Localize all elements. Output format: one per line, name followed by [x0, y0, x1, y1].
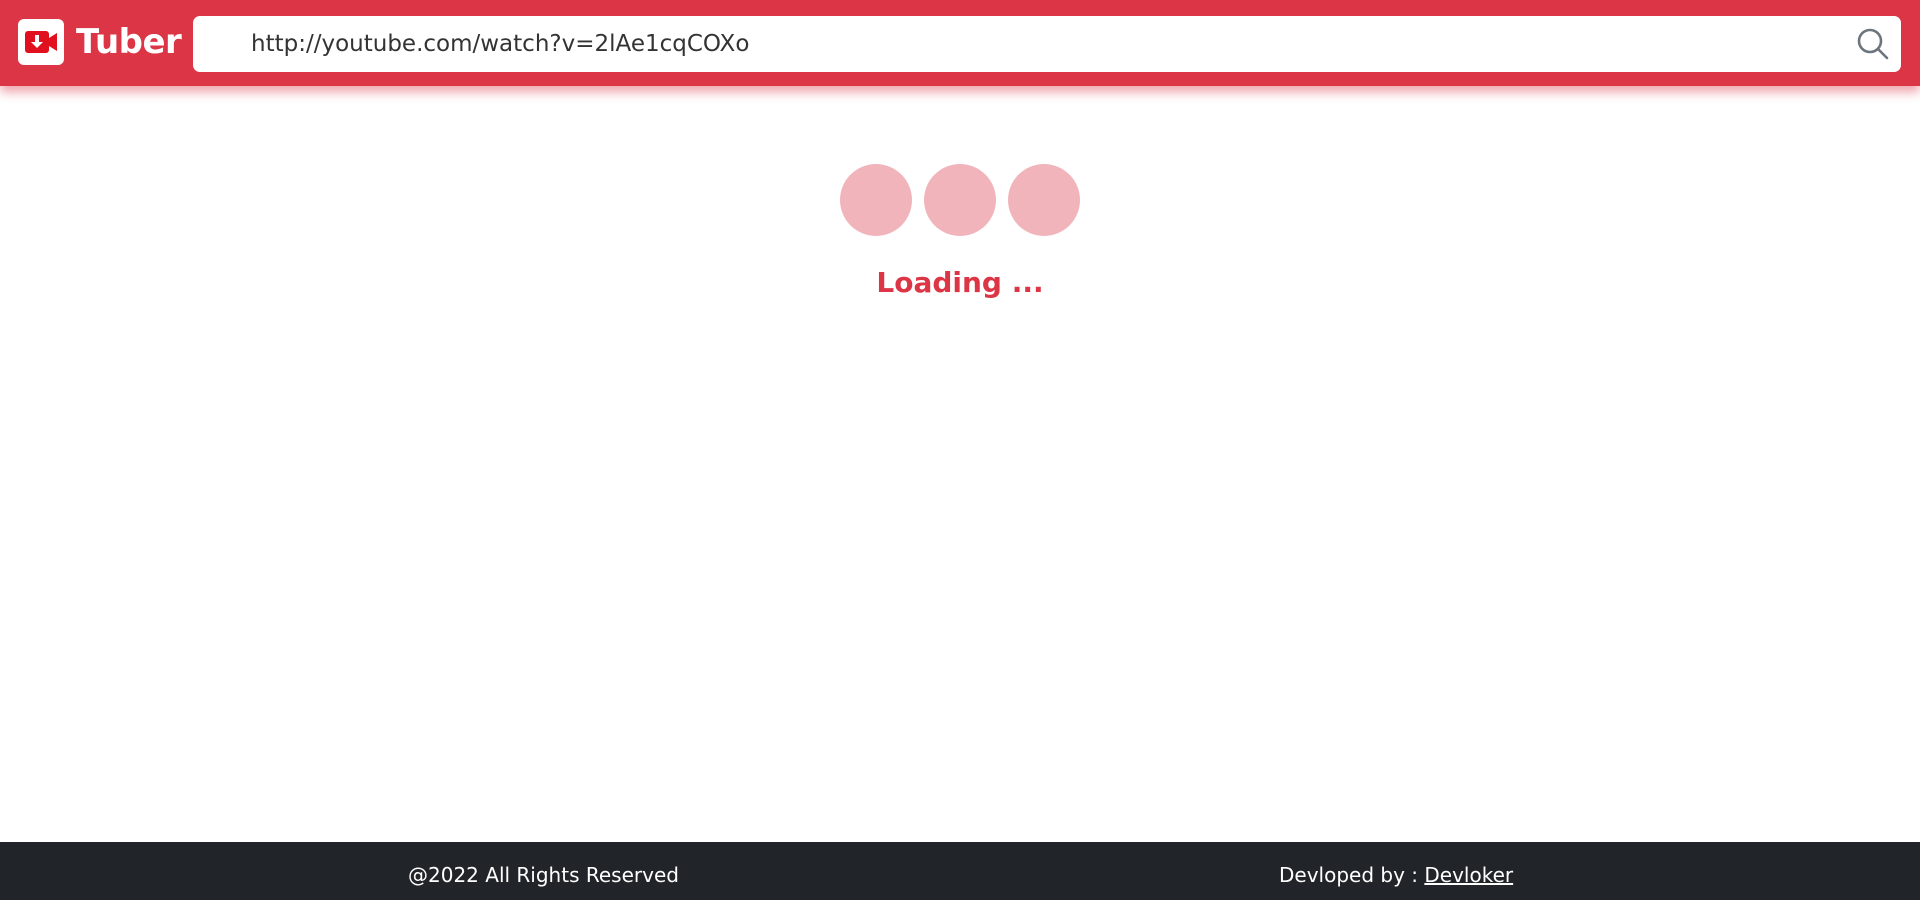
loader-dot	[840, 164, 912, 236]
url-search-input[interactable]	[193, 16, 1833, 72]
loading-text: Loading ...	[876, 266, 1044, 299]
video-download-icon	[18, 19, 64, 65]
loader-dot	[924, 164, 996, 236]
top-navbar: Tuber	[0, 0, 1920, 86]
developer-link[interactable]: Devloker	[1424, 863, 1513, 887]
loading-spinner	[0, 164, 1920, 236]
search-bar	[193, 16, 1901, 72]
copyright-text: @2022 All Rights Reserved	[408, 863, 679, 887]
footer: @2022 All Rights Reserved Devloped by : …	[0, 842, 1920, 900]
brand-name: Tuber	[76, 22, 182, 62]
developed-by-label: Devloped by :	[1279, 863, 1425, 887]
loader-dot	[1008, 164, 1080, 236]
brand-link[interactable]: Tuber	[18, 18, 182, 66]
page: Tuber Loading ... @2022 All Rights Reser…	[0, 0, 1920, 900]
search-icon	[1857, 28, 1889, 60]
search-button[interactable]	[1855, 26, 1891, 62]
developer-credit: Devloped by : Devloker	[1279, 842, 1513, 900]
